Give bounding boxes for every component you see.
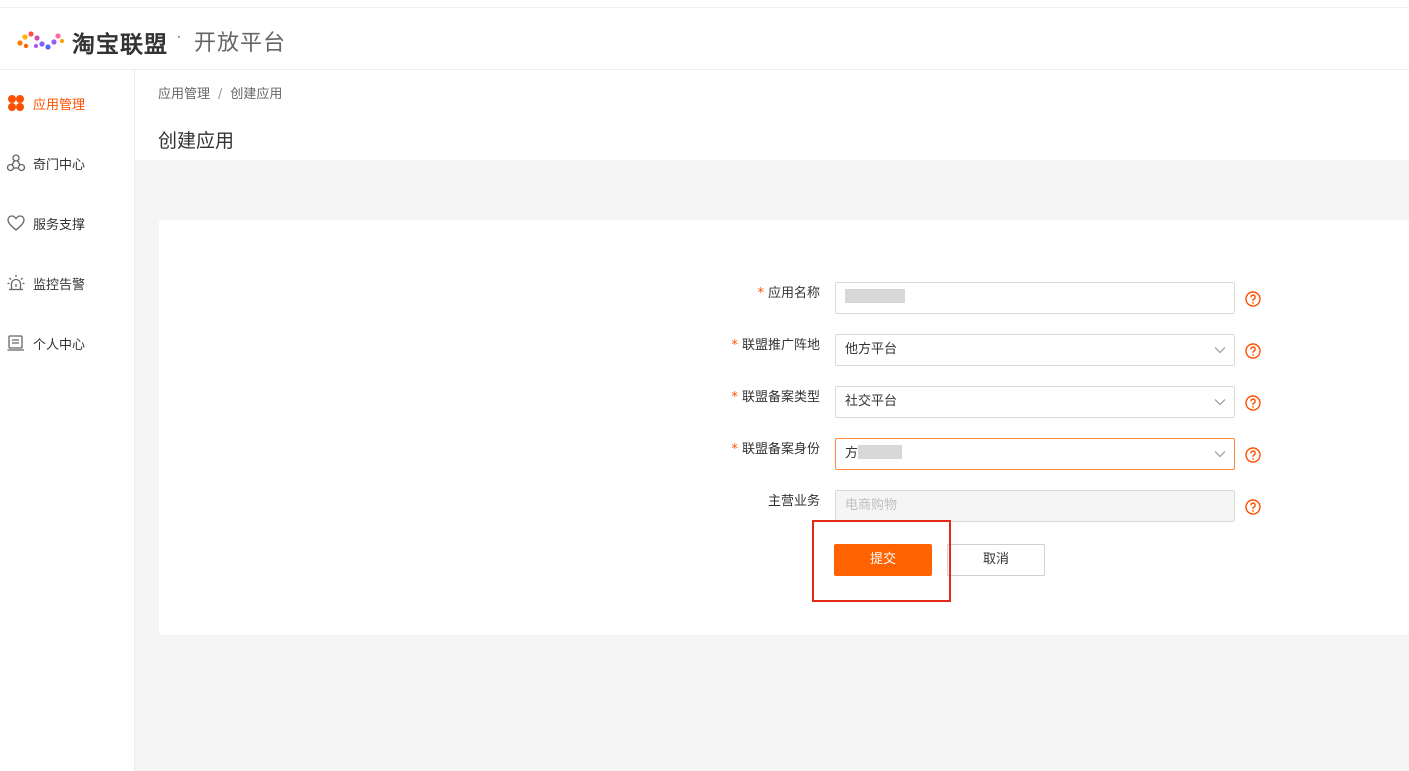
sidebar-item-app-management[interactable]: 应用管理 bbox=[0, 83, 134, 123]
chevron-down-icon bbox=[1214, 347, 1226, 354]
form-row-filing-type: * 联盟备案类型 社交平台 bbox=[159, 386, 1409, 418]
app-name-label-text: 应用名称 bbox=[767, 286, 820, 301]
redacted-value bbox=[845, 289, 905, 303]
chevron-down-icon bbox=[1214, 451, 1226, 458]
help-question-icon[interactable] bbox=[1245, 291, 1261, 307]
top-header: 淘宝联盟 · 开放平台 bbox=[0, 9, 1409, 70]
main-content: 应用管理 / 创建应用 创建应用 * 应用名称 * 联盟推广阵地 他方平台 * … bbox=[135, 70, 1409, 771]
profile-card-icon bbox=[6, 333, 26, 353]
breadcrumb-separator: / bbox=[218, 87, 223, 102]
breadcrumb-link-app-management[interactable]: 应用管理 bbox=[158, 87, 210, 102]
page-title: 创建应用 bbox=[158, 130, 235, 152]
help-question-icon[interactable] bbox=[1245, 395, 1261, 411]
create-app-form-card: * 应用名称 * 联盟推广阵地 他方平台 * 联盟备案类型 社交平台 * 联盟备… bbox=[159, 220, 1409, 635]
sidebar-item-label: 应用管理 bbox=[33, 97, 86, 113]
form-row-main-business: 主营业务 电商购物 bbox=[159, 490, 1409, 522]
required-mark: * bbox=[731, 442, 738, 457]
required-mark: * bbox=[731, 338, 738, 353]
taobao-union-logo-icon bbox=[17, 31, 64, 50]
grid-flower-icon bbox=[6, 93, 26, 113]
promo-position-label: * 联盟推广阵地 bbox=[731, 334, 820, 366]
chevron-down-icon bbox=[1214, 399, 1226, 406]
alarm-light-icon bbox=[6, 273, 26, 293]
heart-icon bbox=[6, 213, 26, 233]
cancel-button[interactable]: 取消 bbox=[947, 544, 1045, 576]
form-row-filing-identity: * 联盟备案身份 方 bbox=[159, 438, 1409, 470]
brand-name: 淘宝联盟 bbox=[72, 32, 168, 58]
help-question-icon[interactable] bbox=[1245, 343, 1261, 359]
sidebar-item-label: 奇门中心 bbox=[33, 157, 86, 173]
breadcrumb-current: 创建应用 bbox=[230, 87, 283, 102]
filing-identity-label-text: 联盟备案身份 bbox=[741, 442, 820, 457]
required-mark: * bbox=[731, 390, 738, 405]
filing-type-value: 社交平台 bbox=[845, 394, 898, 409]
app-name-label: * 应用名称 bbox=[757, 282, 820, 314]
filing-type-select[interactable]: 社交平台 bbox=[835, 386, 1235, 418]
help-question-icon[interactable] bbox=[1245, 447, 1261, 463]
sidebar-item-monitor-alarm[interactable]: 监控告警 bbox=[0, 263, 134, 303]
required-mark: * bbox=[757, 286, 764, 301]
sidebar-item-label: 监控告警 bbox=[33, 277, 86, 293]
breadcrumb: 应用管理 / 创建应用 bbox=[158, 83, 282, 102]
sidebar-item-service-support[interactable]: 服务支撑 bbox=[0, 203, 134, 243]
filing-identity-value: 方 bbox=[845, 446, 859, 461]
form-row-app-name: * 应用名称 bbox=[159, 282, 1409, 314]
redacted-value bbox=[858, 445, 903, 459]
app-name-input[interactable] bbox=[835, 282, 1235, 314]
filing-type-label: * 联盟备案类型 bbox=[731, 386, 820, 418]
promo-position-label-text: 联盟推广阵地 bbox=[741, 338, 820, 353]
brand-subtitle: 开放平台 bbox=[194, 31, 287, 56]
sidebar-item-label: 个人中心 bbox=[33, 337, 86, 353]
form-row-promo-position: * 联盟推广阵地 他方平台 bbox=[159, 334, 1409, 366]
promo-position-select[interactable]: 他方平台 bbox=[835, 334, 1235, 366]
filing-identity-select[interactable]: 方 bbox=[835, 438, 1235, 470]
browser-bookmark-strip bbox=[0, 0, 1409, 8]
sidebar-item-personal-center[interactable]: 个人中心 bbox=[0, 323, 134, 363]
page-header: 应用管理 / 创建应用 创建应用 bbox=[135, 70, 1409, 160]
filing-identity-label: * 联盟备案身份 bbox=[731, 438, 820, 470]
main-business-input: 电商购物 bbox=[835, 490, 1235, 522]
sidebar: 应用管理 奇门中心 服务支撑 监控告警 个人中心 bbox=[0, 70, 135, 771]
brand-separator: · bbox=[176, 27, 182, 48]
sidebar-item-label: 服务支撑 bbox=[33, 217, 86, 233]
main-business-label: 主营业务 bbox=[767, 494, 820, 509]
sidebar-item-qimen-center[interactable]: 奇门中心 bbox=[0, 143, 134, 183]
promo-position-value: 他方平台 bbox=[845, 342, 898, 357]
submit-button[interactable]: 提交 bbox=[834, 544, 932, 576]
help-question-icon[interactable] bbox=[1245, 499, 1261, 515]
filing-type-label-text: 联盟备案类型 bbox=[741, 390, 820, 405]
network-nodes-icon bbox=[6, 153, 26, 173]
